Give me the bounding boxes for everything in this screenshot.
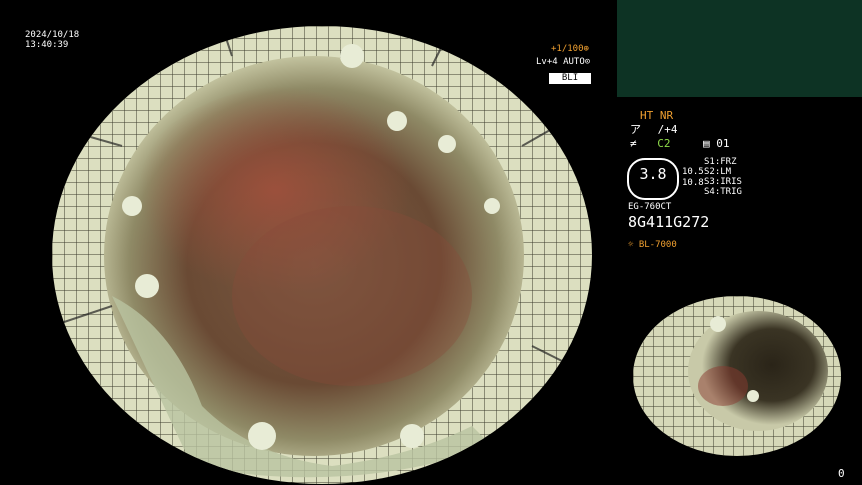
film-value: 01 (716, 137, 730, 150)
display-value-2: 10.8 (682, 178, 704, 188)
color-icon: ≠ (630, 137, 637, 150)
switch-1: S1:FRZ (704, 157, 737, 167)
display-value: 3.8 (639, 165, 667, 183)
mode-badge: BLI (549, 73, 591, 84)
sub-endoscope-view (633, 296, 841, 456)
scope-serial: 8G411G272 (628, 213, 710, 231)
zoom-label: +1/100 (551, 44, 584, 54)
scope-model: EG-760CT (628, 202, 672, 212)
sub-image (633, 296, 841, 456)
enhancement-value: /+4 (657, 123, 678, 136)
enhancement-row: ア /+4 (630, 124, 678, 136)
zoom-indicator: +1/100⊕ (551, 44, 589, 54)
film-row: ▤ 01 (703, 138, 730, 150)
info-panel (617, 0, 862, 97)
time-label: 13:40:39 (25, 40, 69, 50)
switch-3: S3:IRIS (704, 177, 742, 187)
color-value: C2 (657, 137, 671, 150)
switch-list: S1:FRZ S2:LM S3:IRIS S4:TRIG (704, 157, 742, 197)
auto-icon: ⊙ (584, 57, 591, 67)
endoscope-image (52, 26, 592, 484)
film-icon: ▤ (703, 137, 710, 150)
color-row: ≠ C2 (630, 138, 671, 150)
date-time: 2024/10/18 13:40:39 (25, 30, 79, 50)
zoom-icon: ⊕ (583, 44, 589, 54)
frame-counter: 0 (838, 467, 845, 480)
display-values: 10.5 10.8 (682, 167, 704, 188)
ht-nr-label: HT NR (640, 109, 674, 122)
enhancement-icon: ア (630, 123, 641, 136)
date-label: 2024/10/18 (25, 30, 80, 40)
switch-4: S4:TRIG (704, 187, 742, 197)
light-source-icon: ☼ (628, 240, 634, 250)
display-value-1: 10.5 (682, 167, 704, 177)
switch-2: S2:LM (704, 167, 732, 177)
scope-display: 3.8 (627, 158, 679, 200)
main-endoscope-view (52, 26, 592, 484)
light-source-row: ☼ BL-7000 (628, 240, 677, 250)
light-source-label: BL-7000 (638, 240, 677, 250)
level-label: Lv+4 AUTO (536, 57, 585, 67)
level-indicator: Lv+4 AUTO⊙ (536, 57, 590, 67)
